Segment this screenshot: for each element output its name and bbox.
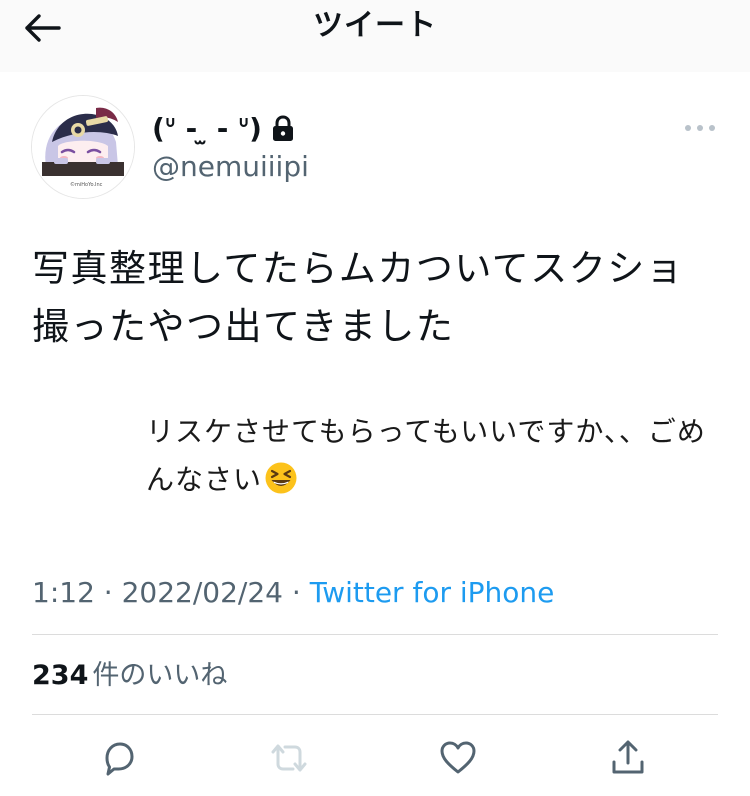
likes-count: 234: [32, 660, 89, 691]
more-dots-icon: [685, 125, 715, 131]
top-bar: ツイート: [0, 0, 750, 72]
display-name[interactable]: (ᐡ - ̫ - ᐡ): [152, 112, 296, 146]
tweet-time: 1:12: [32, 576, 95, 609]
meta-separator: ·: [103, 576, 113, 609]
like-icon: [440, 741, 476, 774]
tweet-source-link[interactable]: Twitter for iPhone: [310, 576, 555, 609]
like-button[interactable]: [434, 734, 482, 782]
tweet-meta: 1:12 · 2022/02/24 · Twitter for iPhone: [32, 574, 554, 612]
reply-button[interactable]: [95, 734, 143, 782]
display-name-text: (ᐡ - ̫ - ᐡ): [152, 112, 262, 145]
page-title: ツイート: [313, 8, 437, 43]
avatar-caption: ©miHoYo.Inc: [70, 181, 103, 188]
meta-separator-2: ·: [291, 576, 301, 609]
avatar-image: ©miHoYo.Inc: [32, 96, 134, 198]
share-button[interactable]: [604, 734, 652, 782]
likes-summary[interactable]: 234 件のいいね: [32, 656, 227, 696]
tweet-date: 2022/02/24: [121, 576, 283, 609]
avatar[interactable]: ©miHoYo.Inc: [32, 96, 134, 198]
divider: [32, 714, 718, 715]
tweet-text: 写真整理してたらムカついてスクショ撮ったやつ出てきました: [32, 247, 685, 348]
user-handle[interactable]: @nemuiiipi: [152, 150, 309, 184]
likes-label: 件のいいね: [92, 660, 228, 691]
share-icon: [612, 740, 644, 774]
retweet-icon: [271, 744, 307, 772]
more-options-button[interactable]: [680, 112, 720, 144]
screenshot-message-text: リスケさせてもらってもいいですか、、ごめんなさい: [146, 415, 706, 496]
reply-icon: [105, 742, 134, 776]
retweet-button: [265, 734, 313, 782]
divider: [32, 634, 718, 635]
grinning-squinting-face-icon: [265, 462, 297, 494]
lock-icon: [272, 115, 293, 141]
attached-screenshot-message: リスケさせてもらってもいいですか、、ごめんなさい: [146, 408, 706, 504]
